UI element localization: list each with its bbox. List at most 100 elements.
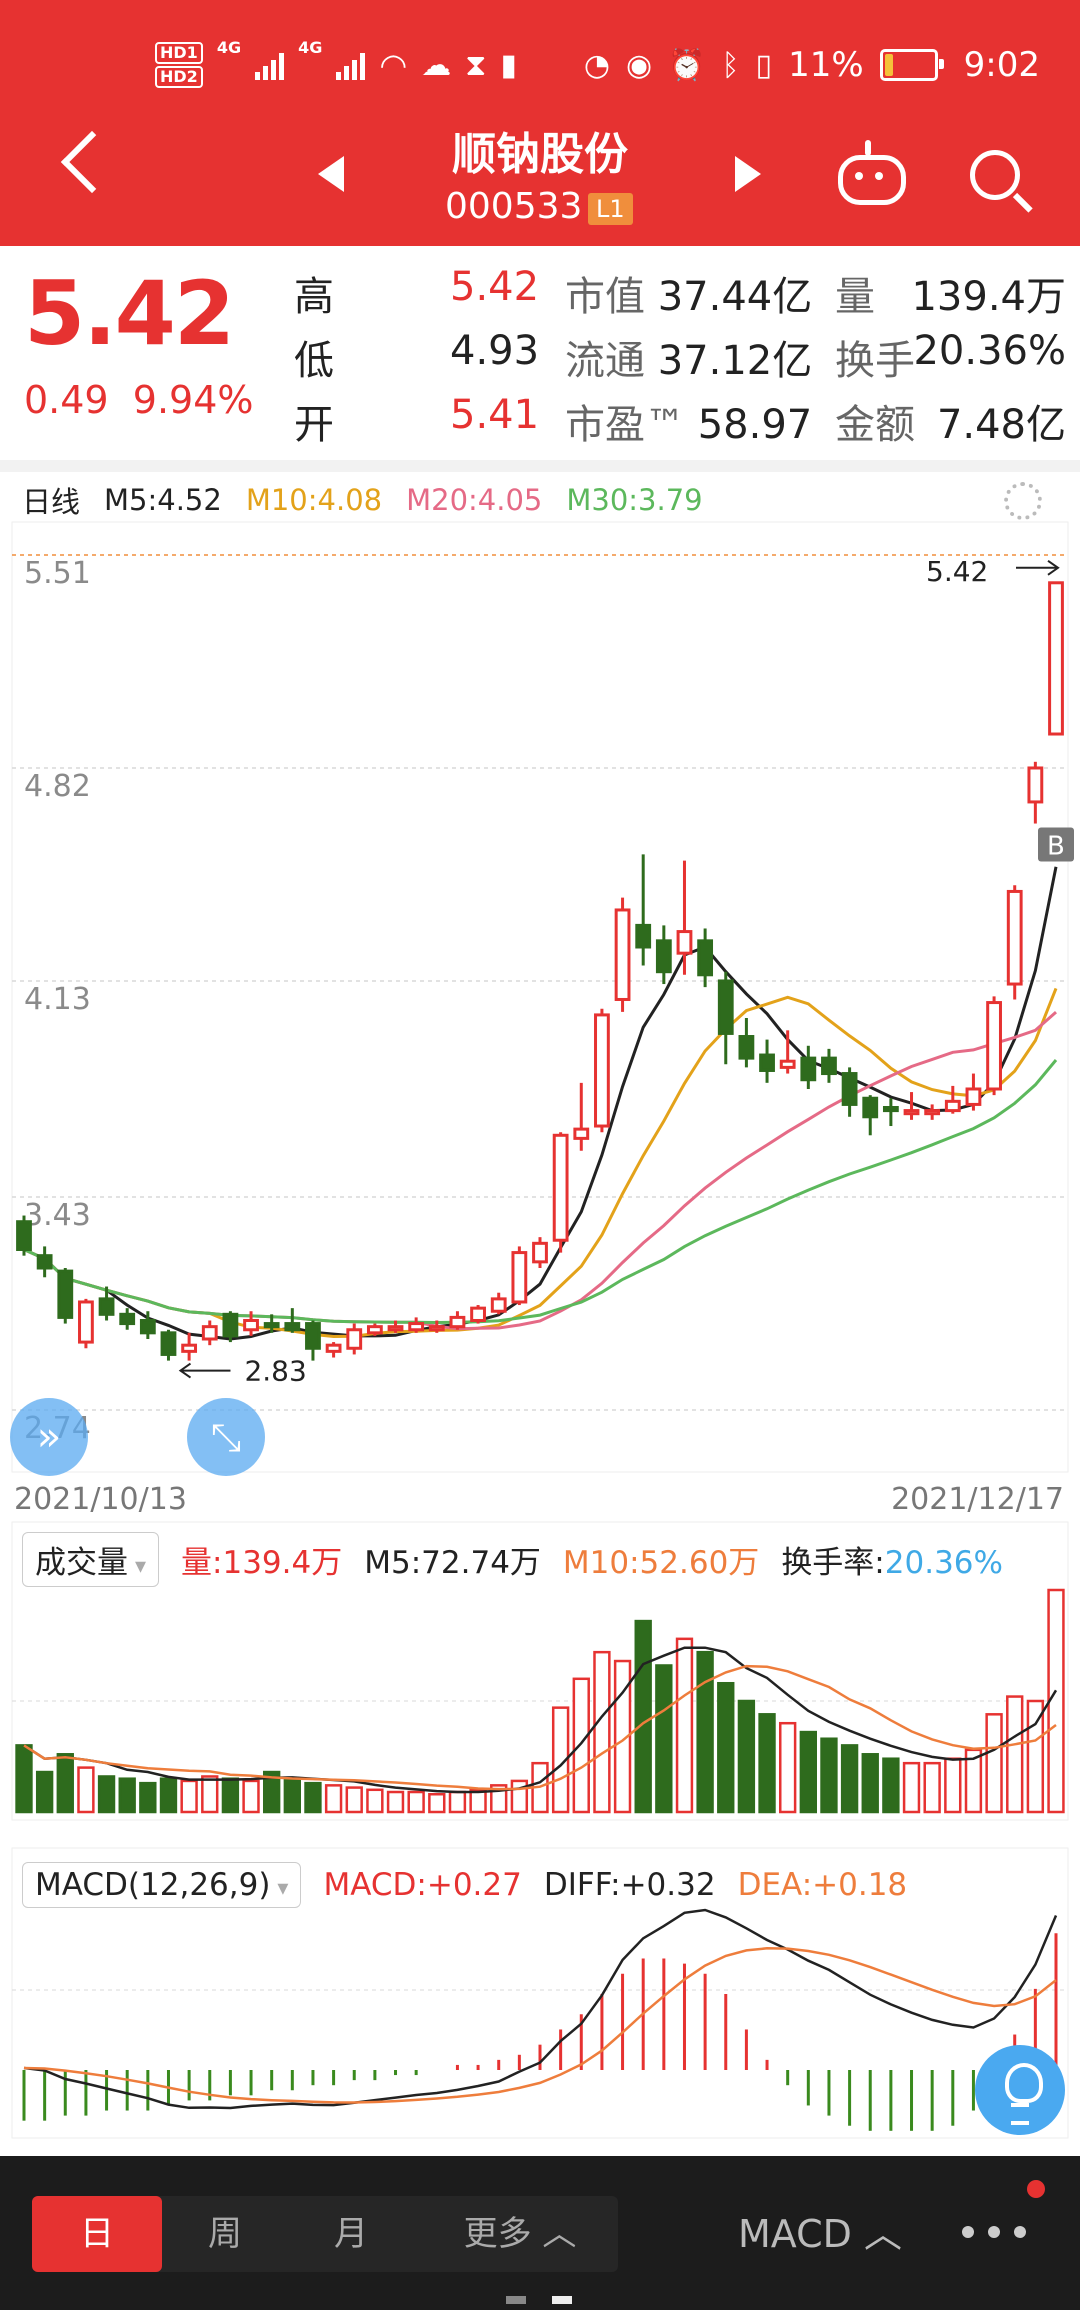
- candle-body: [387, 1325, 404, 1332]
- volume-bar: [159, 1777, 178, 1814]
- candle-body: [511, 1251, 528, 1304]
- indicator-selector[interactable]: MACD ︿: [738, 2196, 902, 2272]
- collapse-panel-button[interactable]: »: [10, 1398, 88, 1476]
- candle-body: [57, 1269, 74, 1319]
- kline-grid: 5.514.824.133.432.74: [11, 521, 1069, 1473]
- cloud-icon: ☁: [421, 47, 452, 83]
- volume-bar: [428, 1792, 446, 1814]
- volume-bar: [139, 1781, 157, 1814]
- candle-body: [119, 1312, 136, 1326]
- quote-value-low: 4.93: [450, 328, 540, 374]
- more-options-icon[interactable]: [962, 2226, 1026, 2238]
- volume-bar: [840, 1744, 859, 1814]
- y-tick-label: 4.13: [24, 982, 91, 1017]
- fullscreen-button[interactable]: ⤡: [187, 1398, 265, 1476]
- search-icon[interactable]: [970, 150, 1020, 200]
- volume-bar: [717, 1681, 735, 1814]
- volume-bar: [675, 1637, 694, 1814]
- turnover-value: 20.36%: [884, 1544, 1003, 1581]
- volume-bar: [35, 1770, 54, 1814]
- stock-code: 000533: [445, 186, 583, 227]
- macd-bars: [22, 1933, 1058, 2131]
- candle-body: [305, 1322, 321, 1350]
- quote-label-vol: 量: [835, 274, 875, 320]
- date-start: 2021/10/13: [14, 1482, 187, 1517]
- candle-body: [1027, 766, 1044, 804]
- pe-label: 市盈™: [565, 402, 685, 448]
- candle-body: [841, 1072, 858, 1106]
- quote-label-turnover: 换手: [835, 338, 915, 384]
- volume-bar: [799, 1730, 818, 1814]
- volume-m5: M5:72.74万: [364, 1544, 541, 1581]
- candle-body: [862, 1096, 879, 1119]
- battery-icon: [879, 49, 944, 81]
- candle-body: [243, 1318, 259, 1332]
- tab-day[interactable]: 日: [32, 2196, 162, 2272]
- tab-month[interactable]: 月: [288, 2196, 414, 2272]
- candle-body: [800, 1056, 817, 1082]
- system-nav-indicator: [506, 2296, 526, 2304]
- volume-value: 量:139.4万: [181, 1544, 343, 1581]
- network-4g-label-2: 4G: [298, 38, 323, 57]
- volume-bar: [510, 1779, 529, 1814]
- stock-name: 顺钠股份: [452, 129, 628, 180]
- dea-line: [23, 1947, 1057, 2104]
- robot-assistant-icon[interactable]: [838, 140, 906, 205]
- candle-body: [655, 939, 672, 974]
- status-bar: HD1 HD2 4G 4G ◠ ☁ ⧗ ▮ ◔ ◉ ⏰ ᛒ ▯ 11% 9:02: [0, 30, 1080, 100]
- high-marker-label: 5.42: [926, 555, 988, 588]
- volume-bar: [77, 1766, 95, 1814]
- change-percent: 9.94%: [132, 378, 254, 422]
- volume-bar: [283, 1777, 302, 1814]
- volume-m10: M10:52.60万: [562, 1544, 760, 1581]
- candle-body: [366, 1325, 383, 1335]
- tab-week[interactable]: 周: [162, 2196, 288, 2272]
- candle-body: [697, 939, 714, 977]
- volume-bar: [882, 1757, 900, 1814]
- quote-value-high: 5.42: [450, 264, 540, 310]
- y-tick-label: 5.51: [24, 556, 91, 591]
- quote-label-high: 高: [294, 274, 334, 320]
- volume-bar: [572, 1677, 590, 1814]
- candle-body: [882, 1106, 899, 1113]
- clock: 9:02: [963, 45, 1040, 85]
- battery-percent: 11%: [788, 45, 864, 85]
- volume-bar: [180, 1779, 198, 1814]
- candle-body: [924, 1109, 941, 1116]
- bluetooth-icon: ᛒ: [721, 47, 740, 83]
- macd-indicator-dropdown[interactable]: MACD(12,26,9): [22, 1862, 302, 1908]
- volume-indicator-dropdown[interactable]: 成交量: [22, 1531, 160, 1587]
- candle-body: [490, 1297, 507, 1313]
- status-right: ◔ ◉ ⏰ ᛒ ▯ 11% 9:02: [584, 30, 1040, 100]
- candle-body: [635, 923, 652, 949]
- candle-body: [614, 908, 631, 1001]
- candle-body: [222, 1312, 239, 1338]
- app-header: HD1 HD2 4G 4G ◠ ☁ ⧗ ▮ ◔ ◉ ⏰ ᛒ ▯ 11% 9:02…: [0, 0, 1080, 246]
- quote-label-pe: 市盈™ 58.97: [565, 392, 812, 450]
- macd-value: MACD:+0.27: [323, 1867, 522, 1903]
- network-4g-label: 4G: [216, 38, 242, 57]
- quote-label-mcap: 市值 37.44亿: [565, 264, 812, 322]
- volume-bar: [696, 1650, 714, 1814]
- hd1-icon: HD1: [155, 42, 203, 64]
- alarm-icon: ⏰: [668, 47, 706, 83]
- candle-body: [944, 1099, 961, 1113]
- volume-bar: [593, 1650, 611, 1814]
- wifi-icon: ◠: [379, 46, 408, 84]
- volume-bar: [778, 1721, 797, 1814]
- volume-bar: [242, 1779, 260, 1814]
- candle-body: [201, 1325, 218, 1341]
- volume-bar: [366, 1788, 384, 1814]
- lightbulb-tip-icon[interactable]: [975, 2045, 1065, 2135]
- quote-label-low: 低: [294, 338, 334, 384]
- quote-value-turnover: 20.36%: [913, 328, 1066, 374]
- candle-body: [986, 1001, 1002, 1091]
- volume-bar: [985, 1713, 1003, 1814]
- tab-more[interactable]: 更多 ︿: [430, 2196, 610, 2272]
- candle-body: [759, 1053, 775, 1072]
- volume-bar: [820, 1737, 838, 1814]
- volume-bar: [118, 1777, 136, 1814]
- volume-bar: [15, 1744, 33, 1814]
- diff-value: DIFF:+0.32: [543, 1867, 716, 1903]
- level-badge: L1: [588, 193, 633, 225]
